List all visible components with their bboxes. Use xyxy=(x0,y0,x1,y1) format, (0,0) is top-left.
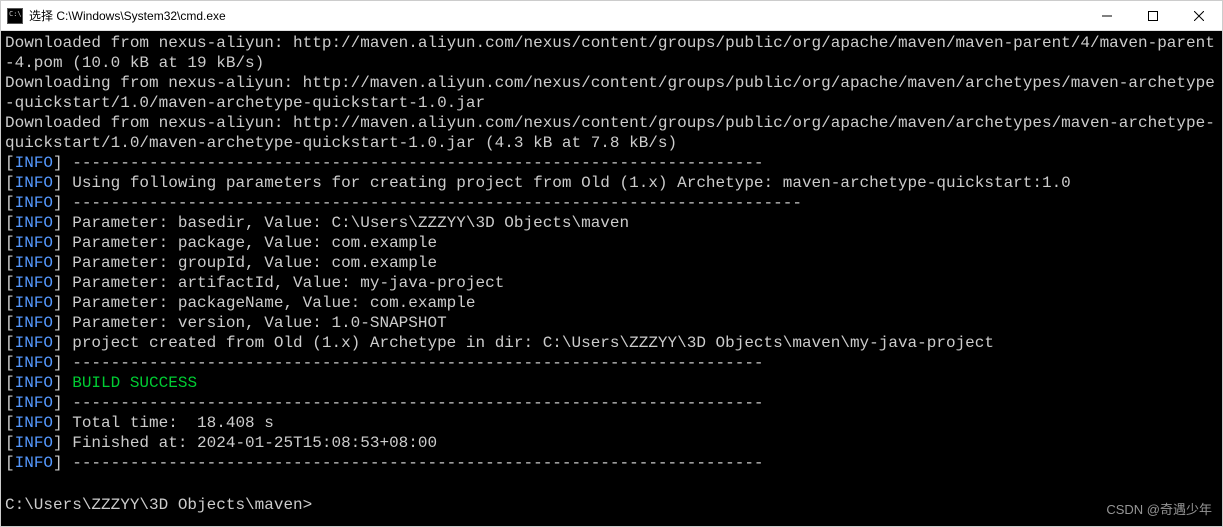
param-groupid: Parameter: groupId, Value: com.example xyxy=(72,254,437,272)
info-tag: INFO xyxy=(15,294,53,312)
titlebar[interactable]: 选择 C:\Windows\System32\cmd.exe xyxy=(1,1,1222,31)
window-title: 选择 C:\Windows\System32\cmd.exe xyxy=(29,7,1084,24)
watermark: CSDN @奇遇少年 xyxy=(1106,500,1212,520)
info-tag: INFO xyxy=(15,434,53,452)
maximize-icon xyxy=(1148,11,1158,21)
finished-at: Finished at: 2024-01-25T15:08:53+08:00 xyxy=(72,434,437,452)
info-tag: INFO xyxy=(15,454,53,472)
info-tag: INFO xyxy=(15,354,53,372)
param-version: Parameter: version, Value: 1.0-SNAPSHOT xyxy=(72,314,446,332)
info-tag: INFO xyxy=(15,194,53,212)
divider: ----------------------------------------… xyxy=(72,394,763,412)
terminal-output[interactable]: Downloaded from nexus-aliyun: http://mav… xyxy=(1,31,1222,526)
param-packagename: Parameter: packageName, Value: com.examp… xyxy=(72,294,475,312)
minimize-icon xyxy=(1102,11,1112,21)
info-tag: INFO xyxy=(15,234,53,252)
output-line: Downloaded from nexus-aliyun: http://mav… xyxy=(5,34,1215,72)
param-basedir: Parameter: basedir, Value: C:\Users\ZZZY… xyxy=(72,214,629,232)
project-created: project created from Old (1.x) Archetype… xyxy=(72,334,994,352)
close-button[interactable] xyxy=(1176,1,1222,30)
minimize-button[interactable] xyxy=(1084,1,1130,30)
param-package: Parameter: package, Value: com.example xyxy=(72,234,437,252)
prompt: C:\Users\ZZZYY\3D Objects\maven> xyxy=(5,496,312,514)
param-artifactid: Parameter: artifactId, Value: my-java-pr… xyxy=(72,274,504,292)
param-header: Using following parameters for creating … xyxy=(72,174,1071,192)
info-tag: INFO xyxy=(15,314,53,332)
cursor xyxy=(312,493,321,509)
maximize-button[interactable] xyxy=(1130,1,1176,30)
info-tag: INFO xyxy=(15,214,53,232)
window-controls xyxy=(1084,1,1222,30)
info-tag: INFO xyxy=(15,274,53,292)
divider: ----------------------------------------… xyxy=(72,454,763,472)
info-tag: INFO xyxy=(15,254,53,272)
build-success: BUILD SUCCESS xyxy=(72,374,197,392)
output-line: Downloading from nexus-aliyun: http://ma… xyxy=(5,74,1215,112)
close-icon xyxy=(1194,11,1204,21)
info-tag: INFO xyxy=(15,374,53,392)
cmd-icon xyxy=(7,8,23,24)
divider: ----------------------------------------… xyxy=(72,354,763,372)
info-tag: INFO xyxy=(15,154,53,172)
info-tag: INFO xyxy=(15,414,53,432)
info-tag: INFO xyxy=(15,334,53,352)
total-time: Total time: 18.408 s xyxy=(72,414,274,432)
info-tag: INFO xyxy=(15,394,53,412)
cmd-window: 选择 C:\Windows\System32\cmd.exe Downloade… xyxy=(0,0,1223,527)
output-line: Downloaded from nexus-aliyun: http://mav… xyxy=(5,114,1215,152)
divider: ----------------------------------------… xyxy=(72,154,763,172)
divider: ----------------------------------------… xyxy=(72,194,802,212)
info-tag: INFO xyxy=(15,174,53,192)
